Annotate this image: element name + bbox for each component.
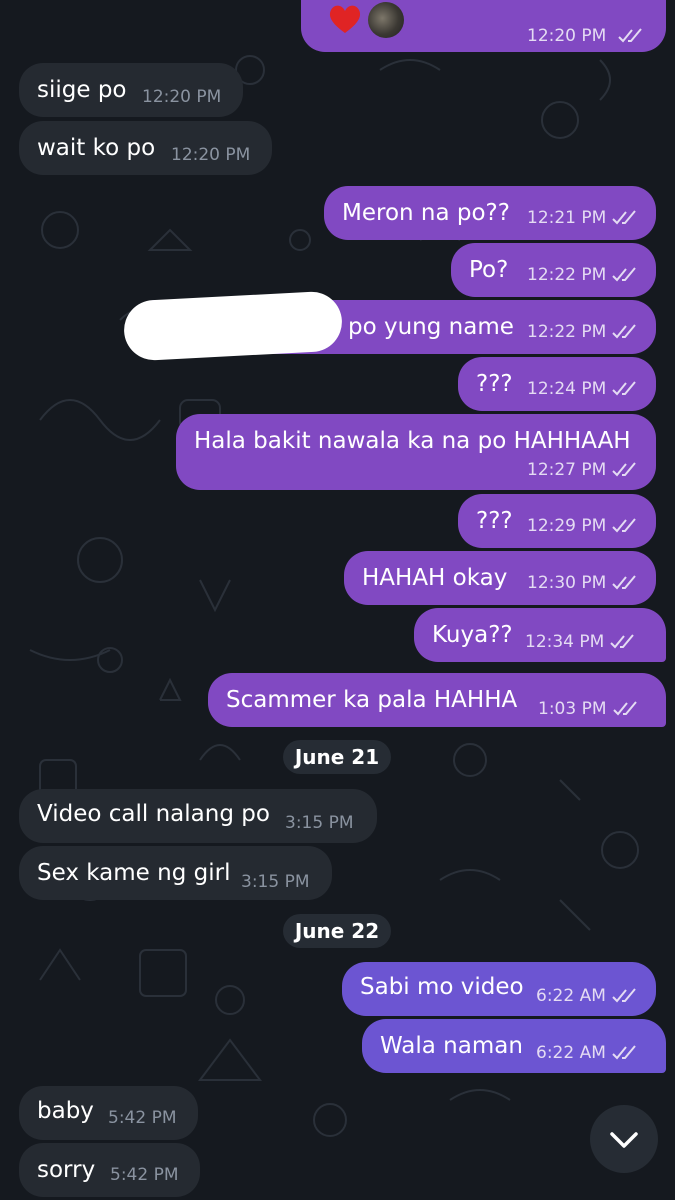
double-check-icon [618,28,642,43]
heart-icon[interactable] [326,0,364,38]
message-time: 12:21 PM [527,208,638,228]
time-label: 12:22 PM [527,322,607,342]
message-text: Meron na po?? [342,200,510,226]
message-bubble-outgoing[interactable]: Hala bakit nawala ka na po HAHHAAH 12:27… [176,414,656,490]
message-text: Video call nalang po [37,801,270,827]
double-check-icon [612,518,637,533]
time-label: 12:22 PM [527,265,607,285]
message-time: 12:22 PM [527,322,638,342]
message-bubble-incoming[interactable]: wait ko po 12:20 PM [19,121,272,175]
message-time: 5:42 PM [108,1108,177,1128]
message-text: Scammer ka pala HAHHA [226,687,518,713]
scroll-down-button[interactable] [590,1105,658,1173]
message-time: 12:30 PM [527,573,638,593]
message-text: Po? [469,257,509,283]
date-separator: June 21 [283,740,391,774]
time-label: 6:22 AM [536,986,606,1006]
double-check-icon [610,634,635,649]
message-text: baby [37,1098,94,1124]
date-separator: June 22 [283,914,391,948]
message-text: Sabi mo video [360,974,524,1000]
message-bubble-incoming[interactable]: siige po 12:20 PM [19,63,243,117]
message-bubble-outgoing[interactable]: Wala naman 6:22 AM [362,1019,666,1073]
message-bubble-outgoing[interactable]: 12:20 PM [301,0,666,52]
message-bubble-outgoing[interactable]: HAHAH okay 12:30 PM [344,551,656,605]
message-text: Sex kame ng girl [37,860,231,886]
chevron-down-icon [610,1132,638,1148]
double-check-icon [612,381,637,396]
time-label: 12:20 PM [527,26,607,46]
message-time: 12:22 PM [527,265,638,285]
double-check-icon [612,267,637,282]
message-text: ??? [476,371,513,397]
message-time: 6:22 AM [536,986,638,1006]
message-time: 5:42 PM [110,1165,179,1185]
message-time: 12:20 PM [171,145,251,165]
double-check-icon [612,1045,636,1060]
time-label: 12:27 PM [527,460,607,480]
message-bubble-outgoing[interactable]: Kuya?? 12:34 PM [414,608,666,662]
message-time: 6:22 AM [536,1043,638,1063]
message-time: 12:29 PM [527,516,638,536]
message-bubble-outgoing[interactable]: Sabi mo video 6:22 AM [342,962,656,1016]
double-check-icon [612,575,637,590]
redaction-mark [122,290,344,362]
message-text: Kuya?? [432,622,513,648]
message-time: 12:34 PM [525,632,636,652]
message-text: po yung name [348,314,514,340]
time-label: 1:03 PM [538,699,607,719]
message-time: 12:20 PM [142,87,222,107]
time-label: 12:34 PM [525,632,605,652]
message-time: 12:20 PM [527,26,644,46]
double-check-icon [612,988,636,1003]
double-check-icon [612,210,637,225]
time-label: 12:21 PM [527,208,607,228]
message-text: HAHAH okay [362,565,508,591]
message-list[interactable]: 12:20 PM siige po 12:20 PM wait ko po 12… [0,0,675,1200]
message-time: 12:24 PM [527,379,638,399]
message-bubble-outgoing[interactable]: Po? 12:22 PM [451,243,656,297]
message-bubble-outgoing[interactable]: ??? 12:29 PM [458,494,656,548]
time-label: 6:22 AM [536,1043,606,1063]
message-time: 12:27 PM [527,460,638,480]
message-time: 3:15 PM [241,872,310,892]
message-bubble-incoming[interactable]: Video call nalang po 3:15 PM [19,789,377,843]
message-text: Hala bakit nawala ka na po HAHHAAH [194,428,631,454]
message-bubble-outgoing[interactable]: Scammer ka pala HAHHA 1:03 PM [208,673,666,727]
message-text: wait ko po [37,135,156,161]
message-bubble-outgoing[interactable]: Meron na po?? 12:21 PM [324,186,656,240]
message-time: 1:03 PM [538,699,639,719]
message-text: sorry [37,1157,96,1183]
double-check-icon [612,324,637,339]
avatar[interactable] [368,2,404,38]
message-text: ??? [476,508,513,534]
time-label: 12:30 PM [527,573,607,593]
message-bubble-incoming[interactable]: sorry 5:42 PM [19,1143,200,1197]
message-bubble-incoming[interactable]: Sex kame ng girl 3:15 PM [19,846,332,900]
time-label: 12:24 PM [527,379,607,399]
double-check-icon [612,701,637,716]
message-text: Wala naman [380,1033,523,1059]
message-time: 3:15 PM [285,813,354,833]
message-bubble-incoming[interactable]: baby 5:42 PM [19,1086,198,1140]
message-bubble-outgoing[interactable]: ??? 12:24 PM [458,357,656,411]
time-label: 12:29 PM [527,516,607,536]
double-check-icon [612,462,637,477]
message-text: siige po [37,77,127,103]
